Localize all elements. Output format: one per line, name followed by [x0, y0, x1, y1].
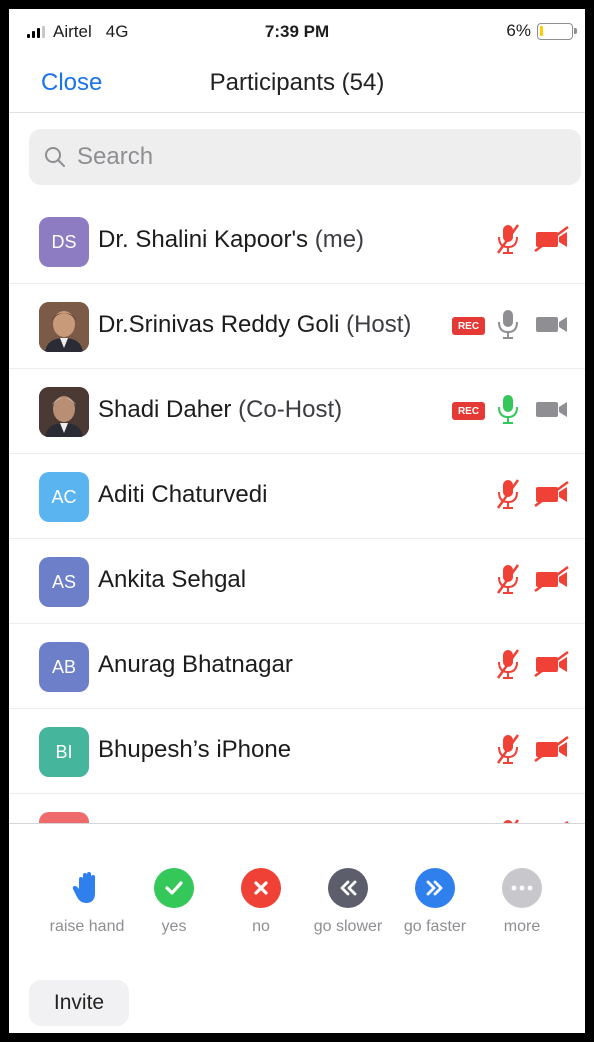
- participant-row[interactable]: Dr.Srinivas Reddy Goli (Host) REC: [9, 284, 585, 369]
- mic-muted-icon: [495, 562, 521, 601]
- avatar: AC: [39, 472, 89, 522]
- more-icon: [502, 868, 542, 908]
- avatar: AB: [39, 642, 89, 692]
- video-off-icon: [533, 564, 571, 599]
- rewind-icon: [328, 868, 368, 908]
- reaction-bar: raise hand yes no go slower go faster more In…: [9, 823, 585, 1033]
- participant-name: Bhupesh’s iPhone: [98, 736, 292, 763]
- battery-info: 6%: [506, 21, 577, 41]
- participant-row[interactable]: AB Anurag Bhatnagar: [9, 624, 585, 709]
- participant-status-icons: [495, 221, 571, 261]
- reaction-go-slower[interactable]: go slower: [305, 868, 391, 936]
- reaction-label: go faster: [403, 918, 467, 935]
- participant-row[interactable]: DS Dr. Shalini Kapoor's (me): [9, 199, 585, 284]
- participant-name: Ankita Sehgal: [98, 566, 247, 593]
- participant-status-icons: [495, 646, 571, 686]
- participant-row[interactable]: [9, 794, 585, 823]
- participant-name: Dr.Srinivas Reddy Goli: [98, 311, 340, 338]
- reaction-label: more: [503, 918, 541, 935]
- participant-status-icons: [495, 476, 571, 516]
- participant-status-icons: [495, 816, 571, 823]
- participant-name-line: Anurag Bhatnagar: [98, 651, 293, 679]
- video-off-icon: [533, 734, 571, 769]
- video-icon: [533, 394, 571, 429]
- participant-name: Anurag Bhatnagar: [98, 651, 293, 678]
- mic-muted-icon: [495, 222, 521, 261]
- avatar: [39, 812, 89, 823]
- status-time: 7:39 PM: [264, 22, 330, 41]
- reaction-label: no: [252, 918, 270, 935]
- reaction-yes[interactable]: yes: [131, 868, 217, 936]
- video-off-icon: [533, 479, 571, 514]
- avatar-initials: AB: [51, 656, 76, 677]
- raise-hand-icon: [67, 868, 107, 908]
- invite-button[interactable]: Invite: [29, 980, 129, 1026]
- search-input[interactable]: [77, 143, 537, 171]
- reaction-go-faster[interactable]: go faster: [392, 868, 478, 936]
- participant-name-line: Shadi Daher (Co-Host): [98, 396, 342, 424]
- reaction-label: go slower: [313, 918, 383, 935]
- participant-row[interactable]: AC Aditi Chaturvedi: [9, 454, 585, 539]
- avatar-initials: DS: [51, 231, 77, 252]
- participant-name: Dr. Shalini Kapoor's: [98, 226, 309, 253]
- participant-status-icons: REC: [452, 391, 571, 431]
- app-frame: Airtel 4G 7:39 PM 6% Close Participants …: [9, 9, 585, 1033]
- search-bar[interactable]: [29, 129, 581, 185]
- battery-icon: [537, 22, 577, 40]
- battery-percent: 6%: [506, 21, 531, 40]
- avatar: AS: [39, 557, 89, 607]
- reaction-more[interactable]: more: [479, 868, 565, 936]
- participant-name-line: Dr. Shalini Kapoor's (me): [98, 226, 364, 254]
- participant-role: (me): [314, 226, 365, 253]
- mic-icon: [495, 392, 521, 431]
- avatar: BI: [39, 727, 89, 777]
- participant-role: (Co-Host): [238, 396, 343, 423]
- participant-row[interactable]: AS Ankita Sehgal: [9, 539, 585, 624]
- fast-forward-icon: [415, 868, 455, 908]
- participant-name-line: Aditi Chaturvedi: [98, 481, 267, 509]
- video-icon: [533, 309, 571, 344]
- participant-row[interactable]: Shadi Daher (Co-Host) REC: [9, 369, 585, 454]
- participant-name-line: Dr.Srinivas Reddy Goli (Host): [98, 311, 411, 339]
- mic-muted-icon: [495, 477, 521, 516]
- search-icon: [45, 147, 65, 167]
- avatar-initials: AC: [51, 486, 77, 507]
- avatar: DS: [39, 217, 89, 267]
- avatar-initials: AS: [51, 571, 76, 592]
- nav-bar: Close Participants (54): [9, 55, 585, 113]
- mic-muted-icon: [495, 732, 521, 771]
- recording-badge: REC: [452, 402, 485, 420]
- avatar: [39, 387, 89, 437]
- x-icon: [241, 868, 281, 908]
- check-icon: [154, 868, 194, 908]
- avatar-initials: BI: [55, 741, 73, 762]
- recording-badge: REC: [452, 317, 485, 335]
- participant-list[interactable]: DS Dr. Shalini Kapoor's (me) Dr.Srinivas R…: [9, 199, 585, 823]
- reaction-raise-hand[interactable]: raise hand: [44, 868, 130, 936]
- participant-name-line: Bhupesh’s iPhone: [98, 736, 291, 764]
- reaction-no[interactable]: no: [218, 868, 304, 936]
- participant-name: Shadi Daher: [98, 396, 232, 423]
- reaction-label: raise hand: [49, 918, 125, 935]
- participant-name-line: Ankita Sehgal: [98, 566, 246, 594]
- participant-status-icons: [495, 731, 571, 771]
- participant-row[interactable]: BI Bhupesh’s iPhone: [9, 709, 585, 794]
- video-off-icon: [533, 224, 571, 259]
- participant-name: Aditi Chaturvedi: [98, 481, 268, 508]
- page-title: Participants (54): [209, 69, 385, 96]
- video-off-icon: [533, 649, 571, 684]
- participant-role: (Host): [346, 311, 412, 338]
- mic-icon: [495, 307, 521, 346]
- status-bar: Airtel 4G 7:39 PM 6%: [9, 9, 585, 55]
- participant-status-icons: REC: [452, 306, 571, 346]
- reaction-label: yes: [161, 918, 187, 935]
- mic-muted-icon: [495, 647, 521, 686]
- participant-status-icons: [495, 561, 571, 601]
- avatar: [39, 302, 89, 352]
